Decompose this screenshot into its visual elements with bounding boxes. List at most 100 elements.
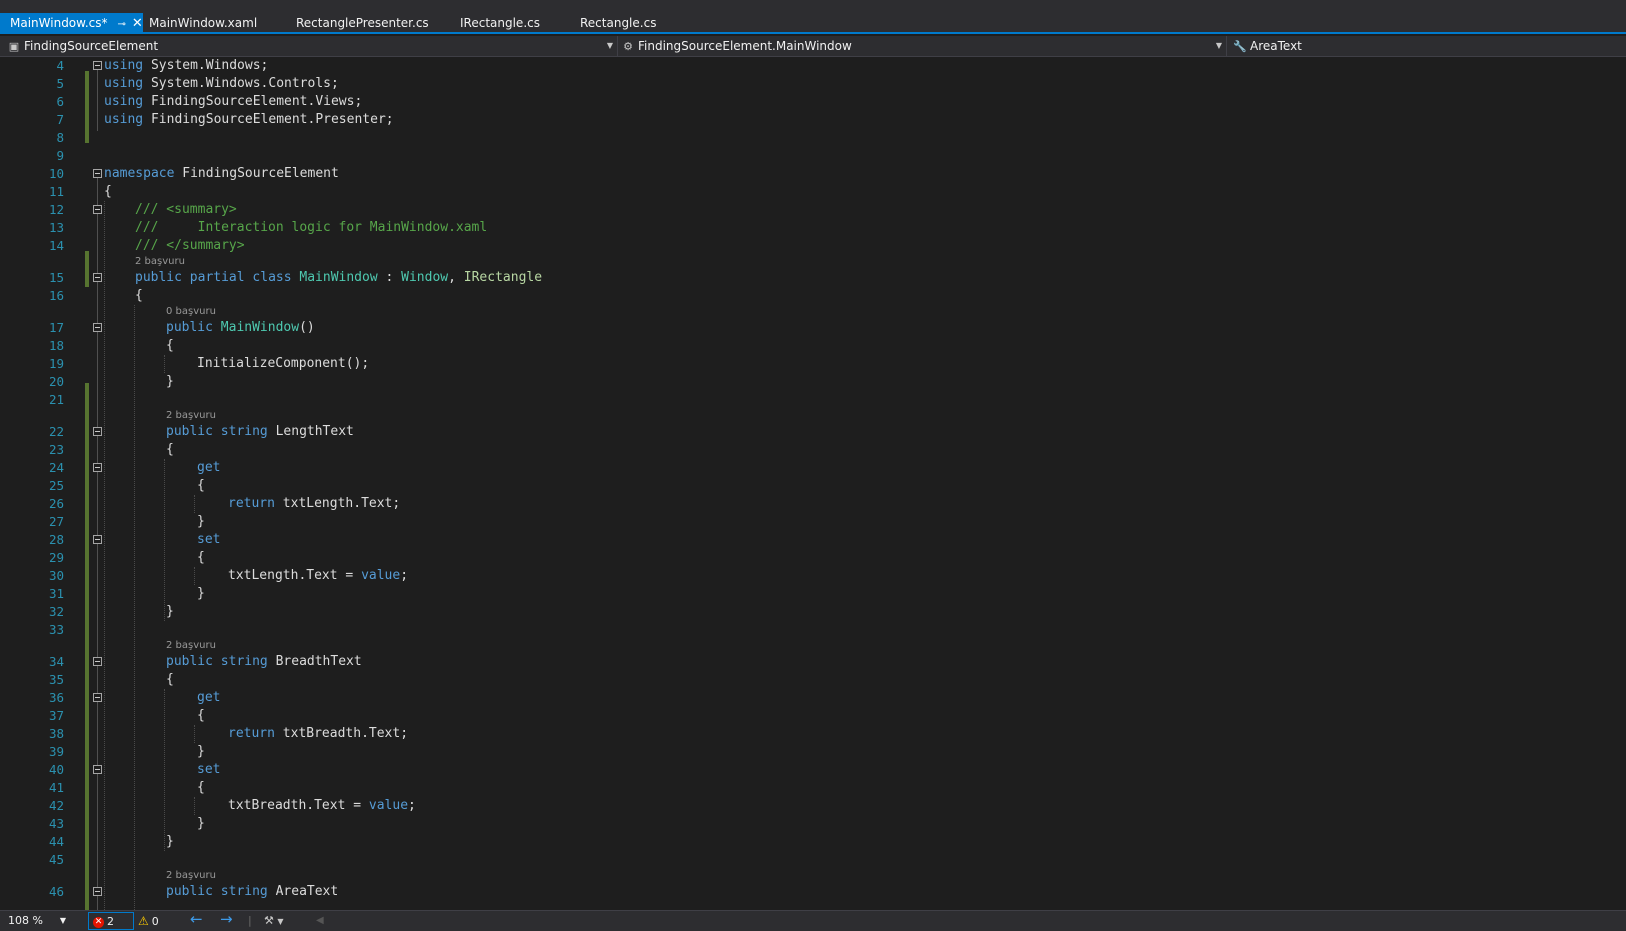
change-indicator: [85, 383, 89, 910]
line-number: 20: [48, 374, 64, 389]
keyword: using: [104, 76, 144, 91]
code-cleanup-icon[interactable]: ⚒ ▼: [264, 912, 284, 930]
tab-rectangle-cs[interactable]: Rectangle.cs: [570, 13, 664, 34]
expression: txtLength.Text =: [228, 568, 362, 583]
line-number: 43: [48, 816, 64, 831]
namespace-ref: System.Windows.Controls;: [150, 76, 339, 91]
expression: txtBreadth.Text =: [228, 798, 369, 813]
comment-line: /// <summary>: [135, 202, 237, 217]
codelens-references[interactable]: 0 başvuru: [166, 305, 216, 319]
codelens-references[interactable]: 2 başvuru: [166, 869, 216, 883]
indent-guide: [194, 797, 195, 815]
warning-icon: ⚠: [138, 914, 149, 928]
collapse-toggle[interactable]: [93, 463, 102, 472]
keyword: string: [220, 884, 268, 899]
indent-guide: [194, 567, 195, 585]
codelens-references[interactable]: 2 başvuru: [166, 639, 216, 653]
collapse-toggle[interactable]: [93, 169, 102, 178]
codelens-references[interactable]: 2 başvuru: [135, 255, 185, 269]
line-number: 26: [48, 496, 64, 511]
collapse-toggle[interactable]: [93, 205, 102, 214]
collapse-toggle[interactable]: [93, 657, 102, 666]
collapse-toggle[interactable]: [93, 273, 102, 282]
code-line: public partial class MainWindow : Window…: [135, 270, 543, 285]
class-icon: ⚙: [623, 40, 633, 53]
warning-count-button[interactable]: ⚠ 0: [138, 912, 159, 930]
keyword: public: [166, 654, 213, 669]
collapse-toggle[interactable]: [93, 61, 102, 70]
line-number: 25: [48, 478, 64, 493]
line-number: 35: [48, 672, 64, 687]
tab-mainwindow-xaml[interactable]: MainWindow.xaml: [139, 13, 265, 34]
pin-icon[interactable]: ⊸: [118, 19, 126, 30]
code-line: {: [166, 442, 174, 457]
keyword: namespace: [104, 166, 175, 181]
error-count-button[interactable]: ✕ 2: [88, 912, 134, 930]
code-editor[interactable]: 4 5 6 7 8 9 10 11 12 13 14 15 16 17 18 1…: [0, 57, 1626, 910]
type-dropdown[interactable]: ⚙ FindingSourceElement.MainWindow ▼: [620, 36, 1227, 56]
line-number: 7: [56, 112, 64, 127]
keyword: string: [220, 424, 268, 439]
line-number: 32: [48, 604, 64, 619]
collapse-toggle[interactable]: [93, 535, 102, 544]
tab-label: MainWindow.cs*: [10, 16, 108, 30]
line-number: 14: [48, 238, 64, 253]
line-number: 9: [56, 148, 64, 163]
indent-guide: [134, 305, 135, 910]
divider: |: [248, 914, 252, 927]
code-line: }: [197, 514, 205, 529]
line-number: 34: [48, 654, 64, 669]
code-line: }: [166, 374, 174, 389]
collapse-toggle[interactable]: [93, 427, 102, 436]
tab-irectangle-cs[interactable]: IRectangle.cs: [450, 13, 548, 34]
indent-guide: [164, 459, 165, 621]
expression: txtBreadth.Text;: [282, 726, 409, 741]
comment-line: /// Interaction logic for MainWindow.xam…: [135, 220, 488, 235]
keyword: using: [104, 112, 144, 127]
member-dropdown[interactable]: 🔧 AreaText: [1232, 36, 1626, 56]
line-number: 24: [48, 460, 64, 475]
keyword: value: [361, 568, 401, 583]
collapse-toggle[interactable]: [93, 887, 102, 896]
collapse-toggle[interactable]: [93, 693, 102, 702]
namespace-ref: FindingSourceElement.Views;: [150, 94, 363, 109]
code-line: }: [197, 816, 205, 831]
line-number: 40: [48, 762, 64, 777]
line-number: 46: [48, 884, 64, 899]
collapse-toggle[interactable]: [93, 765, 102, 774]
member-label: AreaText: [1250, 39, 1302, 53]
tab-label: IRectangle.cs: [460, 16, 540, 30]
tab-rectanglepresenter-cs[interactable]: RectanglePresenter.cs: [286, 13, 437, 34]
code-line: using System.Windows.Controls;: [104, 75, 339, 93]
property-name: BreadthText: [275, 654, 362, 669]
project-label: FindingSourceElement: [24, 39, 159, 53]
collapse-toggle[interactable]: [93, 323, 102, 332]
chevron-down-icon[interactable]: ▼: [607, 36, 613, 56]
indent-guide: [104, 201, 105, 910]
scroll-left-icon[interactable]: ◀: [316, 912, 324, 930]
chevron-down-icon[interactable]: ▼: [60, 912, 66, 930]
namespace-ref: System.Windows;: [150, 58, 269, 73]
line-number: 6: [56, 94, 64, 109]
property-name: LengthText: [275, 424, 354, 439]
line-number: 33: [48, 622, 64, 637]
navigate-forward-icon[interactable]: →: [220, 910, 233, 928]
chevron-down-icon[interactable]: ▼: [277, 917, 283, 926]
code-line: {: [166, 672, 174, 687]
indent-guide: [164, 689, 165, 851]
line-number: 16: [48, 288, 64, 303]
zoom-dropdown[interactable]: 108 % ▼: [8, 912, 66, 930]
code-line: {: [197, 478, 205, 493]
code-line: }: [166, 604, 174, 619]
tab-mainwindow-cs[interactable]: MainWindow.cs* ⊸ ✕: [0, 13, 143, 34]
line-number: 4: [56, 58, 64, 73]
type-label: FindingSourceElement.MainWindow: [638, 39, 852, 53]
project-dropdown[interactable]: ▣ FindingSourceElement ▼: [6, 36, 618, 56]
csharp-project-icon: ▣: [8, 40, 20, 53]
line-number: 19: [48, 356, 64, 371]
navigate-back-icon[interactable]: ←: [190, 910, 203, 928]
line-number: 36: [48, 690, 64, 705]
codelens-references[interactable]: 2 başvuru: [166, 409, 216, 423]
chevron-down-icon[interactable]: ▼: [1216, 36, 1222, 56]
line-number: 30: [48, 568, 64, 583]
